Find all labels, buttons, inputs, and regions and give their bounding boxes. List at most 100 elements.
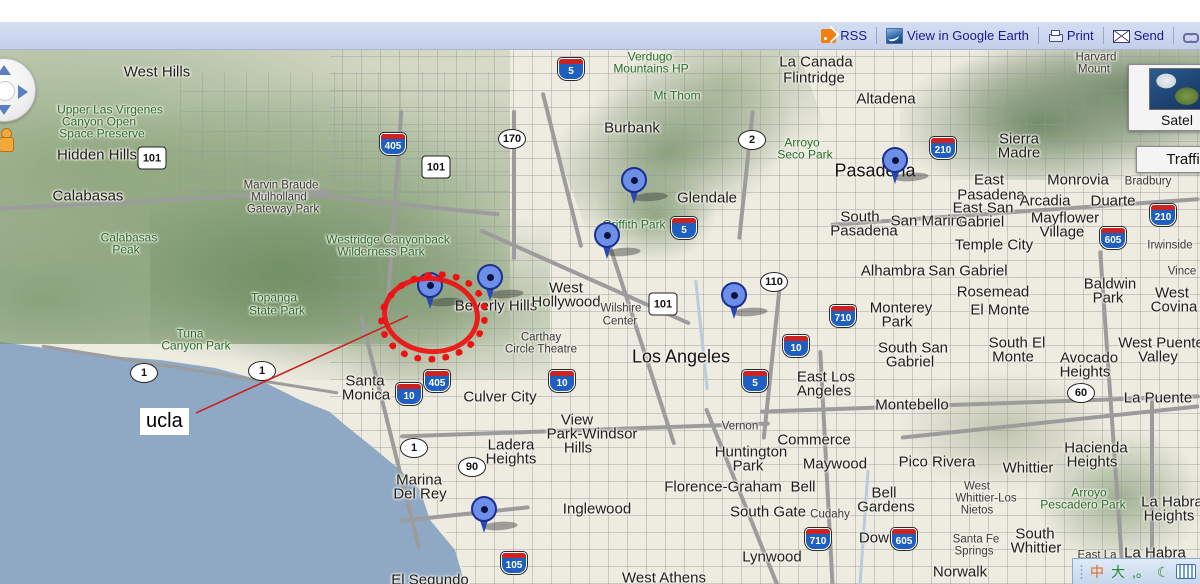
map-label: Heights xyxy=(1066,453,1118,471)
map-label: Wilderness Park xyxy=(337,244,425,259)
pan-up-icon[interactable] xyxy=(0,65,11,75)
map-label: Park xyxy=(732,457,764,475)
road-shield: 1 xyxy=(248,361,276,381)
map-label: Gardens xyxy=(857,498,915,516)
road-shield-number: 90 xyxy=(465,461,479,473)
send-button[interactable]: Send xyxy=(1104,26,1173,45)
map-label: Wilshire xyxy=(600,302,642,315)
road-shield-number: 210 xyxy=(934,144,952,156)
road-shield-number: 5 xyxy=(752,377,758,389)
road-shield-number: 110 xyxy=(765,276,783,288)
map-label: Peak xyxy=(112,242,140,257)
road-shield: 10 xyxy=(783,335,809,357)
beverly-hills-marker[interactable] xyxy=(477,264,528,302)
map-label: Pico Rivera xyxy=(898,453,976,471)
road-shield: 605 xyxy=(891,528,917,550)
shield-top-band xyxy=(559,59,583,64)
road-shield-number: 2 xyxy=(748,134,756,146)
road-shield: 2 xyxy=(738,130,766,150)
annotation-text-label: ucla xyxy=(140,408,189,435)
pasadena-marker[interactable] xyxy=(882,147,933,185)
map-label: San Gabriel xyxy=(928,262,1008,280)
map-label: Flintridge xyxy=(783,69,845,87)
map-label: Gateway Park xyxy=(246,203,320,216)
lax-marker[interactable] xyxy=(471,496,522,534)
map-label: Monte xyxy=(992,348,1034,366)
map-label: Irwinside xyxy=(1147,239,1193,252)
road-shield-number: 605 xyxy=(895,535,913,547)
map-label: Hollywood xyxy=(531,293,601,311)
road-shield: 1 xyxy=(130,363,158,383)
punctuation-icon[interactable]: ,。 xyxy=(1132,565,1150,579)
shield-top-band xyxy=(831,306,855,311)
traffic-button[interactable]: Traffi xyxy=(1136,146,1200,173)
road-shield-number: 210 xyxy=(1154,211,1172,223)
link-icon xyxy=(1183,29,1199,43)
map-label: Valley xyxy=(1138,348,1178,366)
map-canvas[interactable]: Satel Traffi West Hills Upper Las Virgene… xyxy=(0,50,1200,584)
grip-handle[interactable] xyxy=(1080,564,1083,579)
road-shield: 1 xyxy=(400,438,428,458)
rss-button[interactable]: RSS xyxy=(812,26,876,45)
road-shield-number: 5 xyxy=(568,65,574,77)
road-shield: 210 xyxy=(1150,204,1176,226)
moon-icon[interactable]: ☾ xyxy=(1157,565,1170,579)
shield-top-band xyxy=(1101,228,1125,233)
road-shield-number: 101 xyxy=(142,152,162,164)
chinese-input-icon[interactable]: 中 xyxy=(1090,565,1104,579)
full-width-icon[interactable]: 大 xyxy=(1111,565,1125,579)
road-shield: 110 xyxy=(760,272,788,292)
map-label: West Hills xyxy=(123,63,191,81)
shield-top-band xyxy=(931,138,955,143)
map-label: Duarte xyxy=(1090,192,1136,210)
link-button[interactable] xyxy=(1174,26,1200,45)
map-label: Whittier xyxy=(1002,459,1054,477)
map-label: Bell xyxy=(790,478,816,496)
map-label: East xyxy=(973,171,1005,189)
road-shield: 210 xyxy=(930,137,956,159)
map-label: Lynwood xyxy=(742,548,802,566)
road-shield: 5 xyxy=(558,58,584,80)
pan-center-button[interactable] xyxy=(0,81,15,101)
satellite-button-label: Satel xyxy=(1161,112,1193,128)
view-in-google-earth-button[interactable]: View in Google Earth xyxy=(877,26,1038,45)
road-shield-number: 1 xyxy=(140,367,148,379)
road-shield-number: 10 xyxy=(790,342,802,354)
road-shield: 101 xyxy=(648,292,678,316)
shield-top-band xyxy=(784,336,808,341)
google-earth-icon xyxy=(886,27,903,44)
pan-right-icon[interactable] xyxy=(18,85,28,99)
satellite-map-type-button[interactable]: Satel xyxy=(1128,64,1200,131)
map-label: Mountains HP xyxy=(613,61,689,76)
ucla-marker[interactable] xyxy=(417,272,468,310)
marker-pin xyxy=(882,147,908,173)
map-label: Vince xyxy=(1167,265,1197,278)
print-button[interactable]: Print xyxy=(1039,26,1103,45)
road-shield: 105 xyxy=(501,552,527,574)
map-label: El Monte xyxy=(970,301,1030,319)
map-label: Rosemead xyxy=(956,283,1030,301)
keyboard-icon[interactable] xyxy=(1176,564,1197,579)
ime-language-bar[interactable]: 中 大 ,。 ☾ xyxy=(1072,558,1200,584)
marker-pin xyxy=(417,272,443,298)
map-label: Vernon xyxy=(721,420,759,433)
downtown-marker[interactable] xyxy=(721,282,772,320)
griffith-park-marker[interactable] xyxy=(621,167,672,205)
hollywood-marker[interactable] xyxy=(594,222,645,260)
road-shield: 5 xyxy=(742,370,768,392)
pan-down-icon[interactable] xyxy=(0,105,11,115)
pegman-street-view-icon[interactable] xyxy=(0,128,16,154)
road-shield-number: 10 xyxy=(556,377,568,389)
map-label: Montebello xyxy=(875,396,949,414)
view-in-google-earth-label: View in Google Earth xyxy=(907,28,1029,43)
map-label: Los Angeles xyxy=(631,346,731,367)
map-label: Angeles xyxy=(796,382,852,400)
road-shield: 710 xyxy=(830,305,856,327)
shield-top-band xyxy=(743,371,767,376)
road-shield-number: 10 xyxy=(403,390,415,402)
marker-pin xyxy=(594,222,620,248)
map-label: Circle Theatre xyxy=(504,343,578,356)
map-label: Florence-Graham xyxy=(664,478,782,496)
map-label: Madre xyxy=(997,144,1041,162)
map-label: Hills xyxy=(563,439,593,457)
